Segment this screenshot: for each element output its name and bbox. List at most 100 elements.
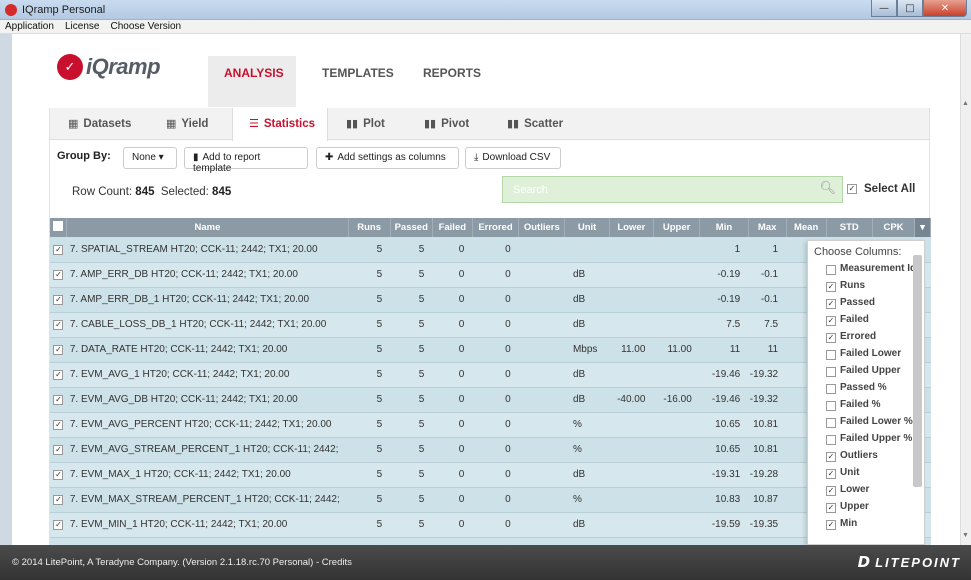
search-icon[interactable]: 🔍︎ [819,181,836,196]
header-cpk[interactable]: CPK [872,218,916,237]
maximize-button[interactable]: □ [897,0,923,17]
column-option[interactable]: Failed % [826,398,916,415]
select-all-checkbox[interactable]: ✓ [847,184,857,194]
menu-application[interactable]: Application [0,20,57,32]
column-option-checkbox[interactable] [826,350,836,360]
table-row[interactable]: ✓ 7. DATA_RATE HT20; CCK-11; 2442; TX1; 2… [50,337,931,363]
subtab-statistics[interactable]: ☰ Statistics [232,108,328,141]
tab-reports[interactable]: REPORTS [407,56,497,107]
column-option-checkbox[interactable]: ✓ [826,333,836,343]
table-row[interactable]: ✓ 7. EVM_MIN_1 HT20; CCK-11; 2442; TX1; 2… [50,512,931,538]
app-scrollbar[interactable]: ▲ ▼ [960,34,971,545]
table-row[interactable]: ✓ 7. AMP_ERR_DB HT20; CCK-11; 2442; TX1; … [50,262,931,288]
column-option[interactable]: ✓ Upper [826,500,916,517]
tab-analysis[interactable]: ANALYSIS [208,56,296,107]
column-option-checkbox[interactable]: ✓ [826,520,836,530]
column-option-checkbox[interactable] [826,367,836,377]
column-option[interactable]: ✓ Lower [826,483,916,500]
row-select-checkbox[interactable]: ✓ [53,520,64,530]
column-option[interactable]: ✓ Min [826,517,916,534]
column-option-checkbox[interactable]: ✓ [826,469,836,479]
download-csv-button[interactable]: ⤓ Download CSV [465,147,561,169]
row-select-checkbox[interactable]: ✓ [53,244,64,255]
column-option[interactable]: Failed Upper [826,364,916,381]
tab-templates[interactable]: TEMPLATES [306,56,410,107]
header-select-checkbox[interactable] [50,218,68,237]
header-min[interactable]: Min [699,218,749,237]
subtab-scatter[interactable]: ▮▮ Scatter [507,108,563,140]
column-option-checkbox[interactable] [826,418,836,428]
header-lower[interactable]: Lower [609,218,654,237]
row-select-checkbox[interactable]: ✓ [53,295,64,305]
header-upper[interactable]: Upper [653,218,701,237]
column-option-checkbox[interactable] [826,384,836,394]
header-runs[interactable]: Runs [348,218,391,237]
column-option-checkbox[interactable]: ✓ [826,282,836,292]
column-option[interactable]: ✓ Runs [826,279,916,296]
column-option-checkbox[interactable]: ✓ [826,299,836,309]
column-option[interactable]: ✓ Unit [826,466,916,483]
column-option[interactable]: Failed Lower % [826,415,916,432]
column-option[interactable]: Failed Lower [826,347,916,364]
brand-logo[interactable]: ✓ iQramp [57,54,161,80]
table-row[interactable]: ✓ 7. EVM_AVG_PERCENT HT20; CCK-11; 2442; … [50,412,931,438]
subtab-pivot[interactable]: ▮▮ Pivot [424,108,469,140]
column-option[interactable]: ✓ Passed [826,296,916,313]
row-select-checkbox[interactable]: ✓ [53,495,64,505]
column-option[interactable]: Failed Upper % [826,432,916,449]
table-row[interactable]: ✓ 7. EVM_MAX_1 HT20; CCK-11; 2442; TX1; 2… [50,462,931,488]
header-checkbox[interactable] [53,221,64,231]
scroll-up-icon[interactable]: ▲ [962,100,969,107]
table-row[interactable]: ✓ 7. EVM_AVG_1 HT20; CCK-11; 2442; TX1; 2… [50,362,931,388]
column-chooser-scrollbar[interactable] [913,255,922,487]
search-input[interactable] [503,177,803,202]
column-option[interactable]: ✓ Outliers [826,449,916,466]
select-all[interactable]: ✓ Select All [847,183,915,195]
scroll-down-icon[interactable]: ▼ [962,532,969,539]
header-outliers[interactable]: Outliers [518,218,566,237]
menu-choose-version[interactable]: Choose Version [106,20,185,32]
subtab-plot[interactable]: ▮▮ Plot [346,108,385,140]
header-errored[interactable]: Errored [472,218,520,237]
row-select-checkbox[interactable]: ✓ [53,270,64,280]
column-option-checkbox[interactable]: ✓ [826,452,836,462]
column-option[interactable]: Measurement Id [826,262,916,279]
header-name[interactable]: Name [66,218,349,237]
header-unit[interactable]: Unit [564,218,610,237]
column-option-checkbox[interactable] [826,435,836,445]
column-option[interactable]: ✓ Errored [826,330,916,347]
group-by-select[interactable]: None ▾ [123,147,177,169]
header-mean[interactable]: Mean [786,218,827,237]
table-row[interactable]: ✓ 7. EVM_AVG_DB HT20; CCK-11; 2442; TX1; … [50,387,931,413]
subtab-datasets[interactable]: ▦ Datasets [68,108,131,140]
table-row[interactable]: ✓ 7. CABLE_LOSS_DB_1 HT20; CCK-11; 2442; … [50,312,931,338]
close-button[interactable]: ✕ [923,0,967,17]
table-row[interactable]: ✓ 7. SPATIAL_STREAM HT20; CCK-11; 2442; T… [50,237,931,263]
header-std[interactable]: STD [826,218,873,237]
header-failed[interactable]: Failed [432,218,473,237]
table-row[interactable]: ✓ 7. EVM_AVG_STREAM_PERCENT_1 HT20; CCK-1… [50,437,931,463]
minimize-button[interactable]: — [871,0,897,17]
header-max[interactable]: Max [748,218,787,237]
column-option[interactable]: ✓ Failed [826,313,916,330]
row-select-checkbox[interactable]: ✓ [53,370,64,380]
table-row[interactable]: ✓ 7. AMP_ERR_DB_1 HT20; CCK-11; 2442; TX1… [50,287,931,313]
column-option[interactable]: Passed % [826,381,916,398]
column-menu-dropdown-icon[interactable]: ▾ [914,218,931,237]
add-settings-as-columns-button[interactable]: ✚ Add settings as columns [316,147,459,169]
header-passed[interactable]: Passed [390,218,433,237]
menu-license[interactable]: License [60,20,102,32]
row-select-checkbox[interactable]: ✓ [53,345,64,355]
row-select-checkbox[interactable]: ✓ [53,420,64,430]
table-row[interactable]: ✓ 7. EVM_MAX_STREAM_PERCENT_1 HT20; CCK-1… [50,487,931,513]
row-select-checkbox[interactable]: ✓ [53,395,64,405]
column-option-checkbox[interactable] [826,265,836,275]
column-option-checkbox[interactable]: ✓ [826,486,836,496]
add-to-report-template-button[interactable]: ▮ Add to report template [184,147,308,174]
subtab-yield[interactable]: ▦ Yield [166,108,208,140]
row-select-checkbox[interactable]: ✓ [53,470,64,480]
column-option-checkbox[interactable]: ✓ [826,316,836,326]
column-option-checkbox[interactable] [826,401,836,411]
row-select-checkbox[interactable]: ✓ [53,445,64,455]
column-option-checkbox[interactable]: ✓ [826,503,836,513]
